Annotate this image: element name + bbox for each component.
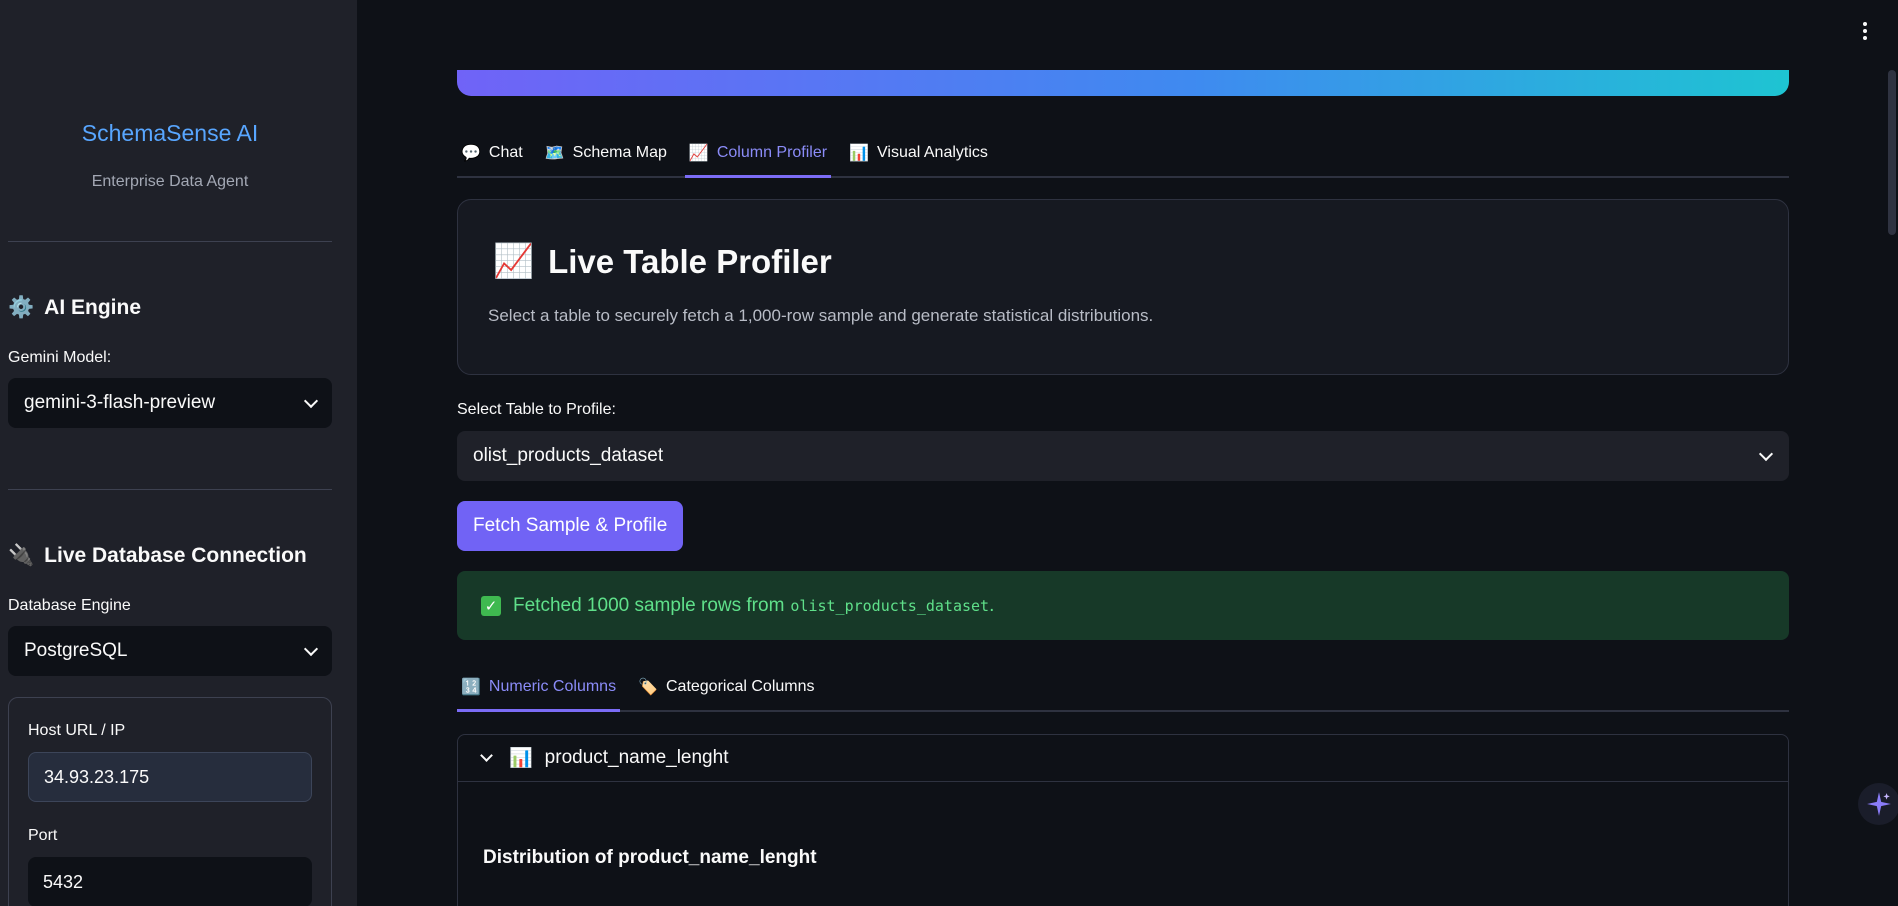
map-icon: 🗺️ [544, 145, 565, 162]
expander-header[interactable]: 📊 product_name_lenght [458, 735, 1788, 782]
profiler-card: 📈 Live Table Profiler Select a table to … [457, 199, 1789, 375]
connection-form: Host URL / IP 34.93.23.175 Port 5432 [8, 697, 332, 906]
chevron-down-icon [480, 749, 493, 762]
chevron-down-icon [303, 393, 319, 408]
expander-title: product_name_lenght [544, 747, 729, 768]
profile-subtabs: 🔢 Numeric Columns 🏷️ Categorical Columns [457, 664, 1789, 712]
host-input[interactable]: 34.93.23.175 [28, 752, 312, 802]
success-alert: ✓ Fetched 1000 sample rows from olist_pr… [457, 571, 1789, 640]
bar-chart-icon: 📊 [849, 145, 870, 162]
table-select[interactable]: olist_products_dataset [457, 431, 1789, 481]
db-engine-value: PostgreSQL [24, 640, 128, 661]
header-banner [457, 70, 1789, 96]
port-input[interactable]: 5432 [28, 857, 312, 906]
page-title: 📈 Live Table Profiler [493, 242, 832, 280]
divider [8, 489, 332, 490]
main-menu-icon[interactable] [1862, 22, 1868, 40]
chart-increasing-icon: 📈 [493, 242, 535, 279]
brand-subtitle: Enterprise Data Agent [91, 173, 249, 190]
bar-chart-icon: 📊 [509, 748, 533, 769]
db-engine-select[interactable]: PostgreSQL [8, 626, 332, 676]
card-description: Select a table to securely fetch a 1,000… [488, 306, 1154, 325]
port-label: Port [28, 827, 58, 844]
assistant-sparkle-icon[interactable] [1858, 783, 1898, 825]
scroll-thumb[interactable] [1888, 70, 1896, 235]
speech-bubble-icon: 💬 [461, 145, 481, 162]
column-expander: 📊 product_name_lenght Distribution of pr… [457, 734, 1789, 906]
distribution-title: Distribution of product_name_lenght [483, 847, 817, 868]
tab-chat[interactable]: 💬 Chat [457, 130, 527, 176]
model-select-value: gemini-3-flash-preview [24, 392, 216, 413]
fetch-profile-button[interactable]: Fetch Sample & Profile [457, 501, 684, 551]
db-engine-label: Database Engine [8, 597, 131, 614]
sidebar: SchemaSense AI Enterprise Data Agent ⚙️ … [0, 0, 357, 906]
chevron-down-icon [1758, 446, 1774, 461]
chart-increasing-icon: 📈 [688, 145, 709, 162]
tab-column-profiler[interactable]: 📈 Column Profiler [684, 130, 832, 178]
gear-icon: ⚙️ [8, 296, 35, 319]
main-tabs: 💬 Chat 🗺️ Schema Map 📈 Column Profiler 📊… [457, 130, 1789, 178]
plug-icon: 🔌 [8, 544, 35, 567]
table-select-label: Select Table to Profile: [457, 401, 616, 418]
chevron-down-icon [303, 641, 319, 656]
model-select[interactable]: gemini-3-flash-preview [8, 378, 332, 428]
tab-schema-map[interactable]: 🗺️ Schema Map [541, 130, 671, 176]
scrollbar[interactable] [1886, 0, 1898, 906]
success-text: Fetched 1000 sample rows from [513, 594, 785, 616]
check-icon: ✓ [481, 595, 501, 616]
divider [8, 241, 332, 242]
db-connection-heading: 🔌 Live Database Connection [8, 544, 307, 567]
success-table-name: olist_products_dataset [790, 596, 990, 615]
tab-categorical-columns[interactable]: 🏷️ Categorical Columns [634, 664, 818, 710]
ai-engine-heading: ⚙️ AI Engine [8, 296, 141, 319]
numbers-icon: 🔢 [461, 679, 481, 696]
label-tag-icon: 🏷️ [638, 679, 658, 696]
table-select-value: olist_products_dataset [473, 445, 664, 466]
tab-numeric-columns[interactable]: 🔢 Numeric Columns [457, 664, 621, 712]
tab-visual-analytics[interactable]: 📊 Visual Analytics [845, 130, 992, 176]
brand-title: SchemaSense AI [81, 120, 259, 146]
model-label: Gemini Model: [8, 349, 112, 366]
host-label: Host URL / IP [28, 722, 126, 739]
